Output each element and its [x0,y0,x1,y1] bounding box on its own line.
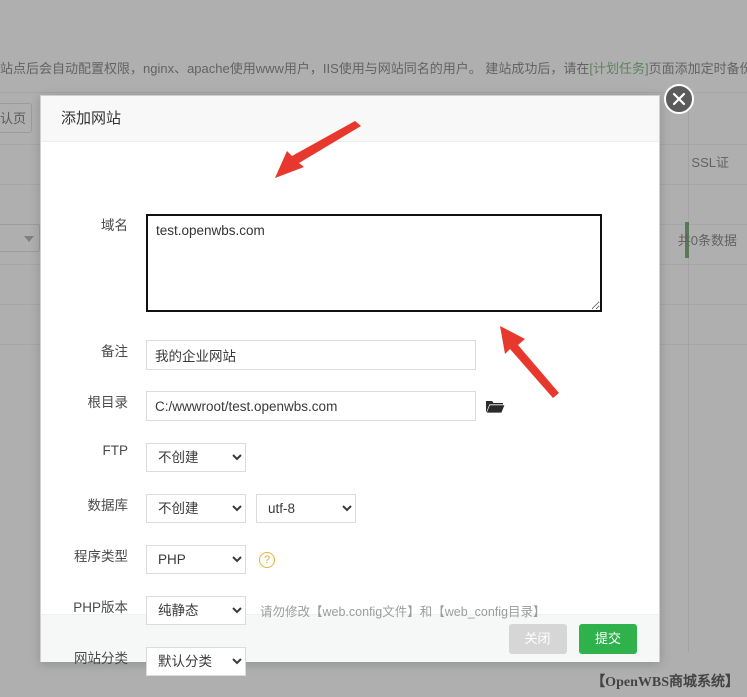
category-label: 网站分类 [41,647,146,667]
background-table-divider [688,92,689,652]
remark-label: 备注 [41,340,146,360]
form-row-ftp: FTP 不创建创建 [41,443,659,472]
background-action-select[interactable]: 作 [0,224,40,252]
ftp-control: 不创建创建 [146,443,246,472]
notice-link-scheduled-task[interactable]: [计划任务] [589,61,648,76]
domain-control [146,214,602,312]
php-version-label: PHP版本 [41,596,146,616]
background-default-page-button[interactable]: 默认页 [0,103,32,133]
dialog-close-icon-button[interactable] [664,84,694,114]
domain-textarea[interactable] [146,214,602,312]
dialog-header: 添加网站 [41,96,659,142]
rootdir-browse-icon[interactable] [485,398,505,414]
remark-control [146,340,476,370]
rootdir-control [146,391,505,421]
background-notice-bar: 站点后会自动配置权限，nginx、apache使用www用户，IIS使用与网站同… [0,55,747,83]
php-version-control: 纯静态PHP 5.2PHP 5.4PHP 5.6PHP 7.0 请勿修改【web… [146,596,546,625]
program-type-select[interactable]: PHPASPASP.NET纯静态 [146,545,246,574]
category-control: 默认分类 [146,647,246,676]
ftp-label: FTP [41,443,146,458]
form-row-category: 网站分类 默认分类 [41,647,659,676]
background-record-count: 共0条数据 [678,230,737,249]
question-icon[interactable]: ? [259,552,275,568]
rootdir-label: 根目录 [41,391,146,411]
remark-input[interactable] [146,340,476,370]
notice-text-prefix: 站点后会自动配置权限，nginx、apache使用www用户，IIS使用与网站同… [0,61,589,76]
form-row-domain: 域名 [41,214,659,312]
dialog-title: 添加网站 [61,110,121,127]
program-type-label: 程序类型 [41,545,146,565]
form-row-program-type: 程序类型 PHPASPASP.NET纯静态 ? [41,545,659,574]
add-website-dialog: 添加网站 域名 备注 根目录 [40,95,660,662]
background-top-strip [0,0,747,52]
php-version-hint: 请勿修改【web.config文件】和【web_config目录】 [260,601,546,620]
form-row-php-version: PHP版本 纯静态PHP 5.2PHP 5.4PHP 5.6PHP 7.0 请勿… [41,596,659,625]
chevron-down-icon [24,236,34,242]
ftp-select[interactable]: 不创建创建 [146,443,246,472]
background-ssl-column-header: SSL证 [691,152,729,171]
php-version-select[interactable]: 纯静态PHP 5.2PHP 5.4PHP 5.6PHP 7.0 [146,596,246,625]
category-select[interactable]: 默认分类 [146,647,246,676]
notice-text-suffix: 页面添加定时备份任务! [649,61,747,76]
form-row-database: 数据库 不创建MySQLSQLServer utf-8gbkbig5 [41,494,659,523]
domain-label: 域名 [41,214,146,234]
database-label: 数据库 [41,494,146,514]
database-charset-select[interactable]: utf-8gbkbig5 [256,494,356,523]
dialog-body: 域名 备注 根目录 [41,142,659,614]
rootdir-input[interactable] [146,391,476,421]
database-control: 不创建MySQLSQLServer utf-8gbkbig5 [146,494,356,523]
form-row-remark: 备注 [41,340,659,370]
program-type-control: PHPASPASP.NET纯静态 ? [146,545,275,574]
database-select[interactable]: 不创建MySQLSQLServer [146,494,246,523]
close-icon [666,86,692,112]
form-row-rootdir: 根目录 [41,391,659,421]
